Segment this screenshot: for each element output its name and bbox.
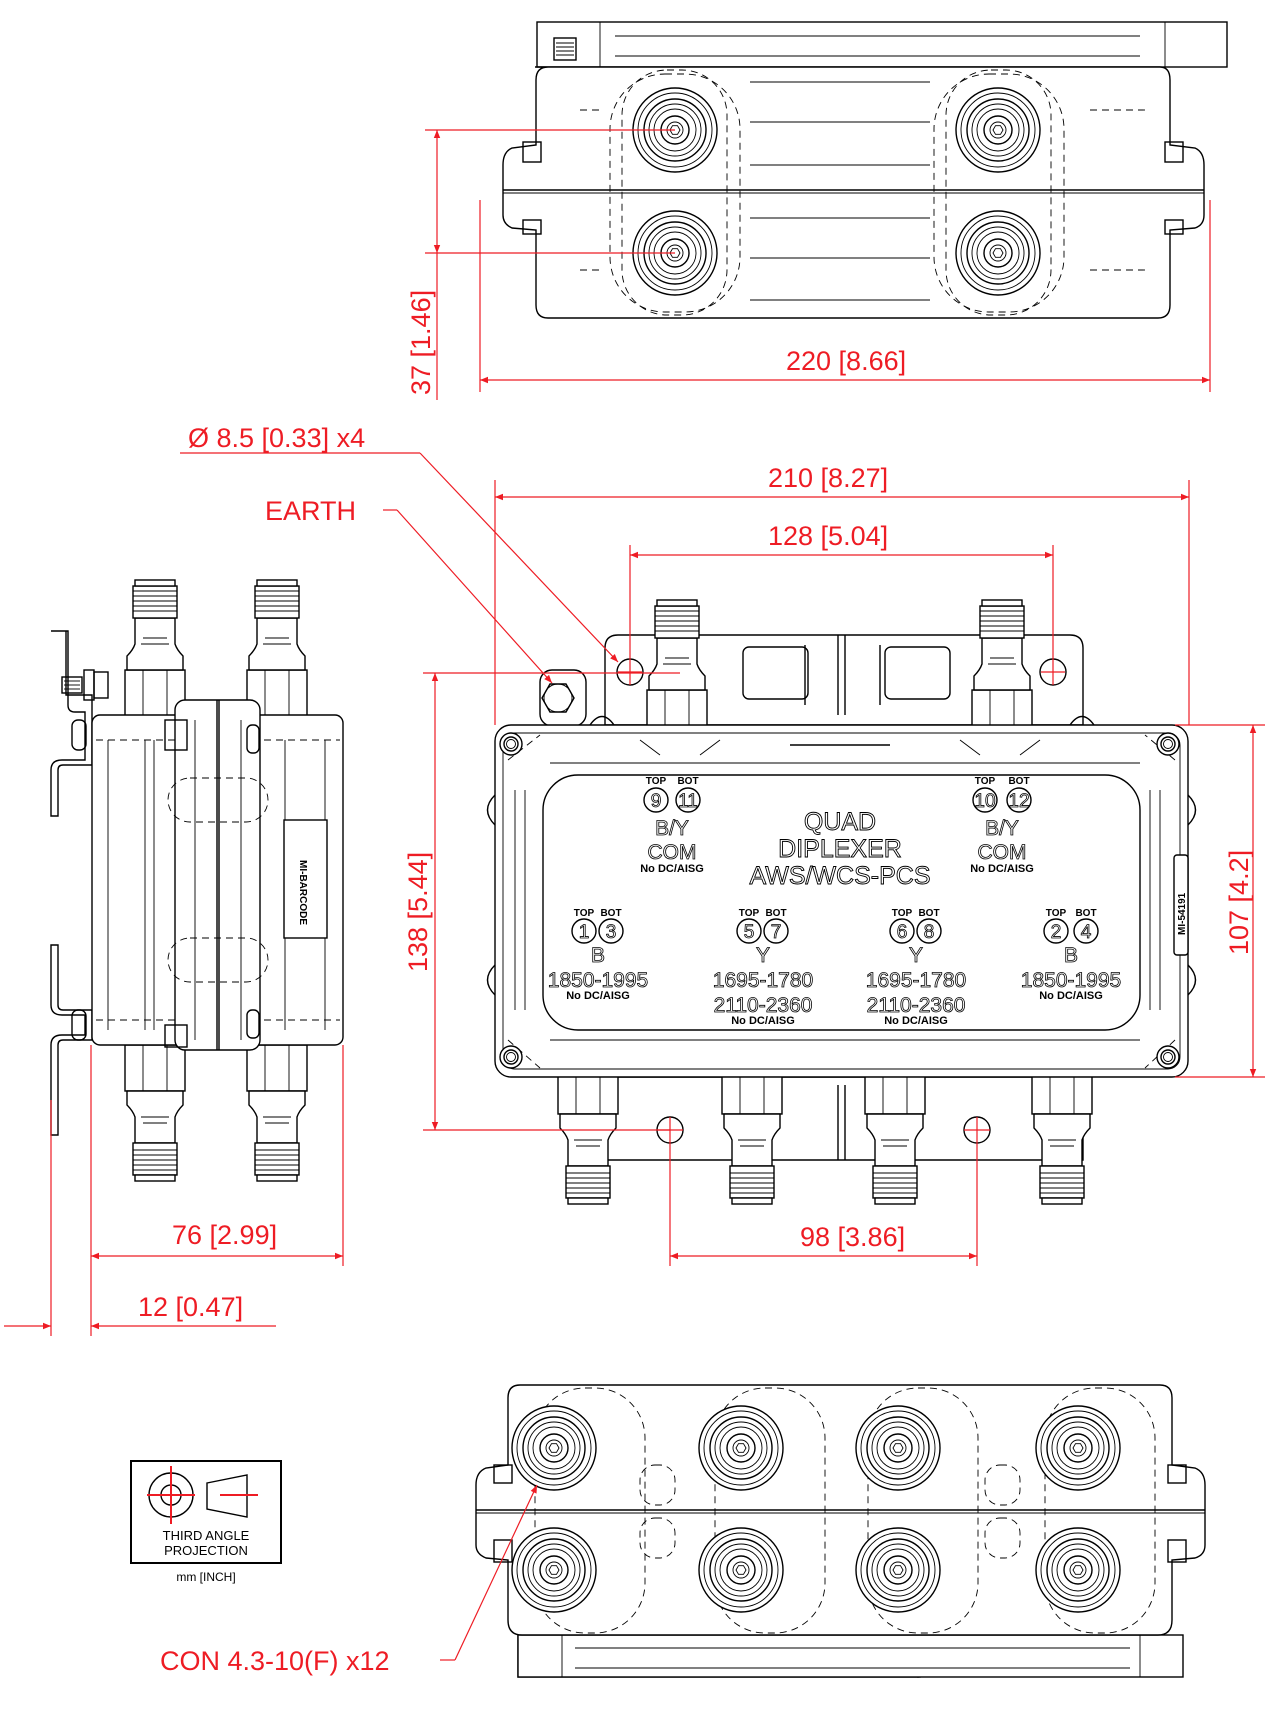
note-label: No DC/AISG [731, 1015, 795, 1027]
bot-label: BOT [1075, 908, 1096, 919]
top-view-connector [955, 87, 1041, 173]
port-number: 8 [924, 922, 935, 943]
function-label: COM [978, 841, 1027, 864]
product-label-line1: QUAD [804, 808, 876, 836]
top-label: TOP [1046, 908, 1067, 919]
dim-top-view-width: 220 [8.66] [786, 346, 906, 376]
freq-label: 1850-1995 [1021, 969, 1121, 992]
band-label: Y [909, 944, 923, 967]
product-label-line2: DIPLEXER [778, 835, 902, 863]
bottom-view-connector [698, 1527, 784, 1613]
port-number: 7 [771, 922, 782, 943]
band-label: B/Y [985, 817, 1019, 840]
dim-top-view-depth: 37 [1.46] [406, 290, 436, 395]
top-label: TOP [892, 908, 913, 919]
function-label: COM [648, 841, 697, 864]
freq-label: 1850-1995 [548, 969, 648, 992]
bottom-view-connector [1035, 1405, 1121, 1491]
projection-line2: PROJECTION [164, 1543, 248, 1558]
note-label: No DC/AISG [566, 990, 630, 1002]
part-number-label: MI-54191 [1177, 892, 1188, 935]
top-label: TOP [574, 908, 595, 919]
dim-hole-spacing-bottom: 98 [3.86] [800, 1222, 905, 1252]
top-view [502, 21, 1228, 319]
projection-line1: THIRD ANGLE [163, 1528, 250, 1543]
freq-label: 1695-1780 [713, 969, 813, 992]
port-number: 11 [678, 791, 698, 812]
note-label: No DC/AISG [884, 1015, 948, 1027]
bot-label: BOT [1008, 776, 1029, 787]
bot-label: BOT [600, 908, 621, 919]
port-number: 4 [1081, 922, 1092, 943]
note-label: No DC/AISG [640, 863, 704, 875]
bottom-view [475, 1384, 1206, 1678]
dim-hole-spacing-top: 128 [5.04] [768, 521, 888, 551]
port-number: 6 [897, 922, 908, 943]
dim-hole: Ø 8.5 [0.33] x4 [188, 423, 365, 453]
dim-side-width: 76 [2.99] [172, 1220, 277, 1250]
port-number: 10 [974, 791, 995, 812]
bottom-view-connector [511, 1405, 597, 1491]
bot-label: BOT [677, 776, 698, 787]
freq-label: 2110-2360 [714, 994, 813, 1017]
front-view [486, 599, 1197, 1204]
port-number: 3 [606, 922, 617, 943]
dim-body-height: 107 [4.2] [1224, 850, 1254, 955]
port-number: 5 [744, 922, 755, 943]
top-label: TOP [975, 776, 996, 787]
band-label: B/Y [655, 817, 689, 840]
port-number: 2 [1051, 922, 1062, 943]
freq-label: 2110-2360 [867, 994, 966, 1017]
bottom-view-connector [855, 1527, 941, 1613]
freq-label: 1695-1780 [866, 969, 966, 992]
dim-bracket-offset: 12 [0.47] [138, 1292, 243, 1322]
bottom-view-connector [1035, 1527, 1121, 1613]
product-label-line3: AWS/WCS-PCS [749, 862, 930, 890]
technical-drawing: 37 [1.46] 220 [8.66] MI-54191 QUAD DIPLE… [4, 21, 1265, 1678]
port-number: 1 [579, 922, 590, 943]
note-label: No DC/AISG [1039, 990, 1103, 1002]
bottom-view-connector [855, 1405, 941, 1491]
bottom-view-connector [698, 1405, 784, 1491]
port-number: 9 [651, 791, 662, 812]
dim-front-height: 138 [5.44] [403, 852, 433, 972]
band-label: B [591, 944, 605, 967]
connector-callout: CON 4.3-10(F) x12 [160, 1646, 390, 1676]
bot-label: BOT [918, 908, 939, 919]
dim-front-width: 210 [8.27] [768, 463, 888, 493]
note-label: No DC/AISG [970, 863, 1034, 875]
bottom-view-connector [511, 1527, 597, 1613]
top-view-connector [955, 210, 1041, 296]
side-label: MI-BARCODE [297, 860, 308, 925]
bot-label: BOT [765, 908, 786, 919]
port-number: 12 [1008, 791, 1029, 812]
earth-label: EARTH [265, 496, 356, 526]
top-label: TOP [646, 776, 667, 787]
units-label: mm [INCH] [176, 1570, 235, 1584]
top-label: TOP [739, 908, 760, 919]
band-label: B [1064, 944, 1078, 967]
band-label: Y [756, 944, 770, 967]
